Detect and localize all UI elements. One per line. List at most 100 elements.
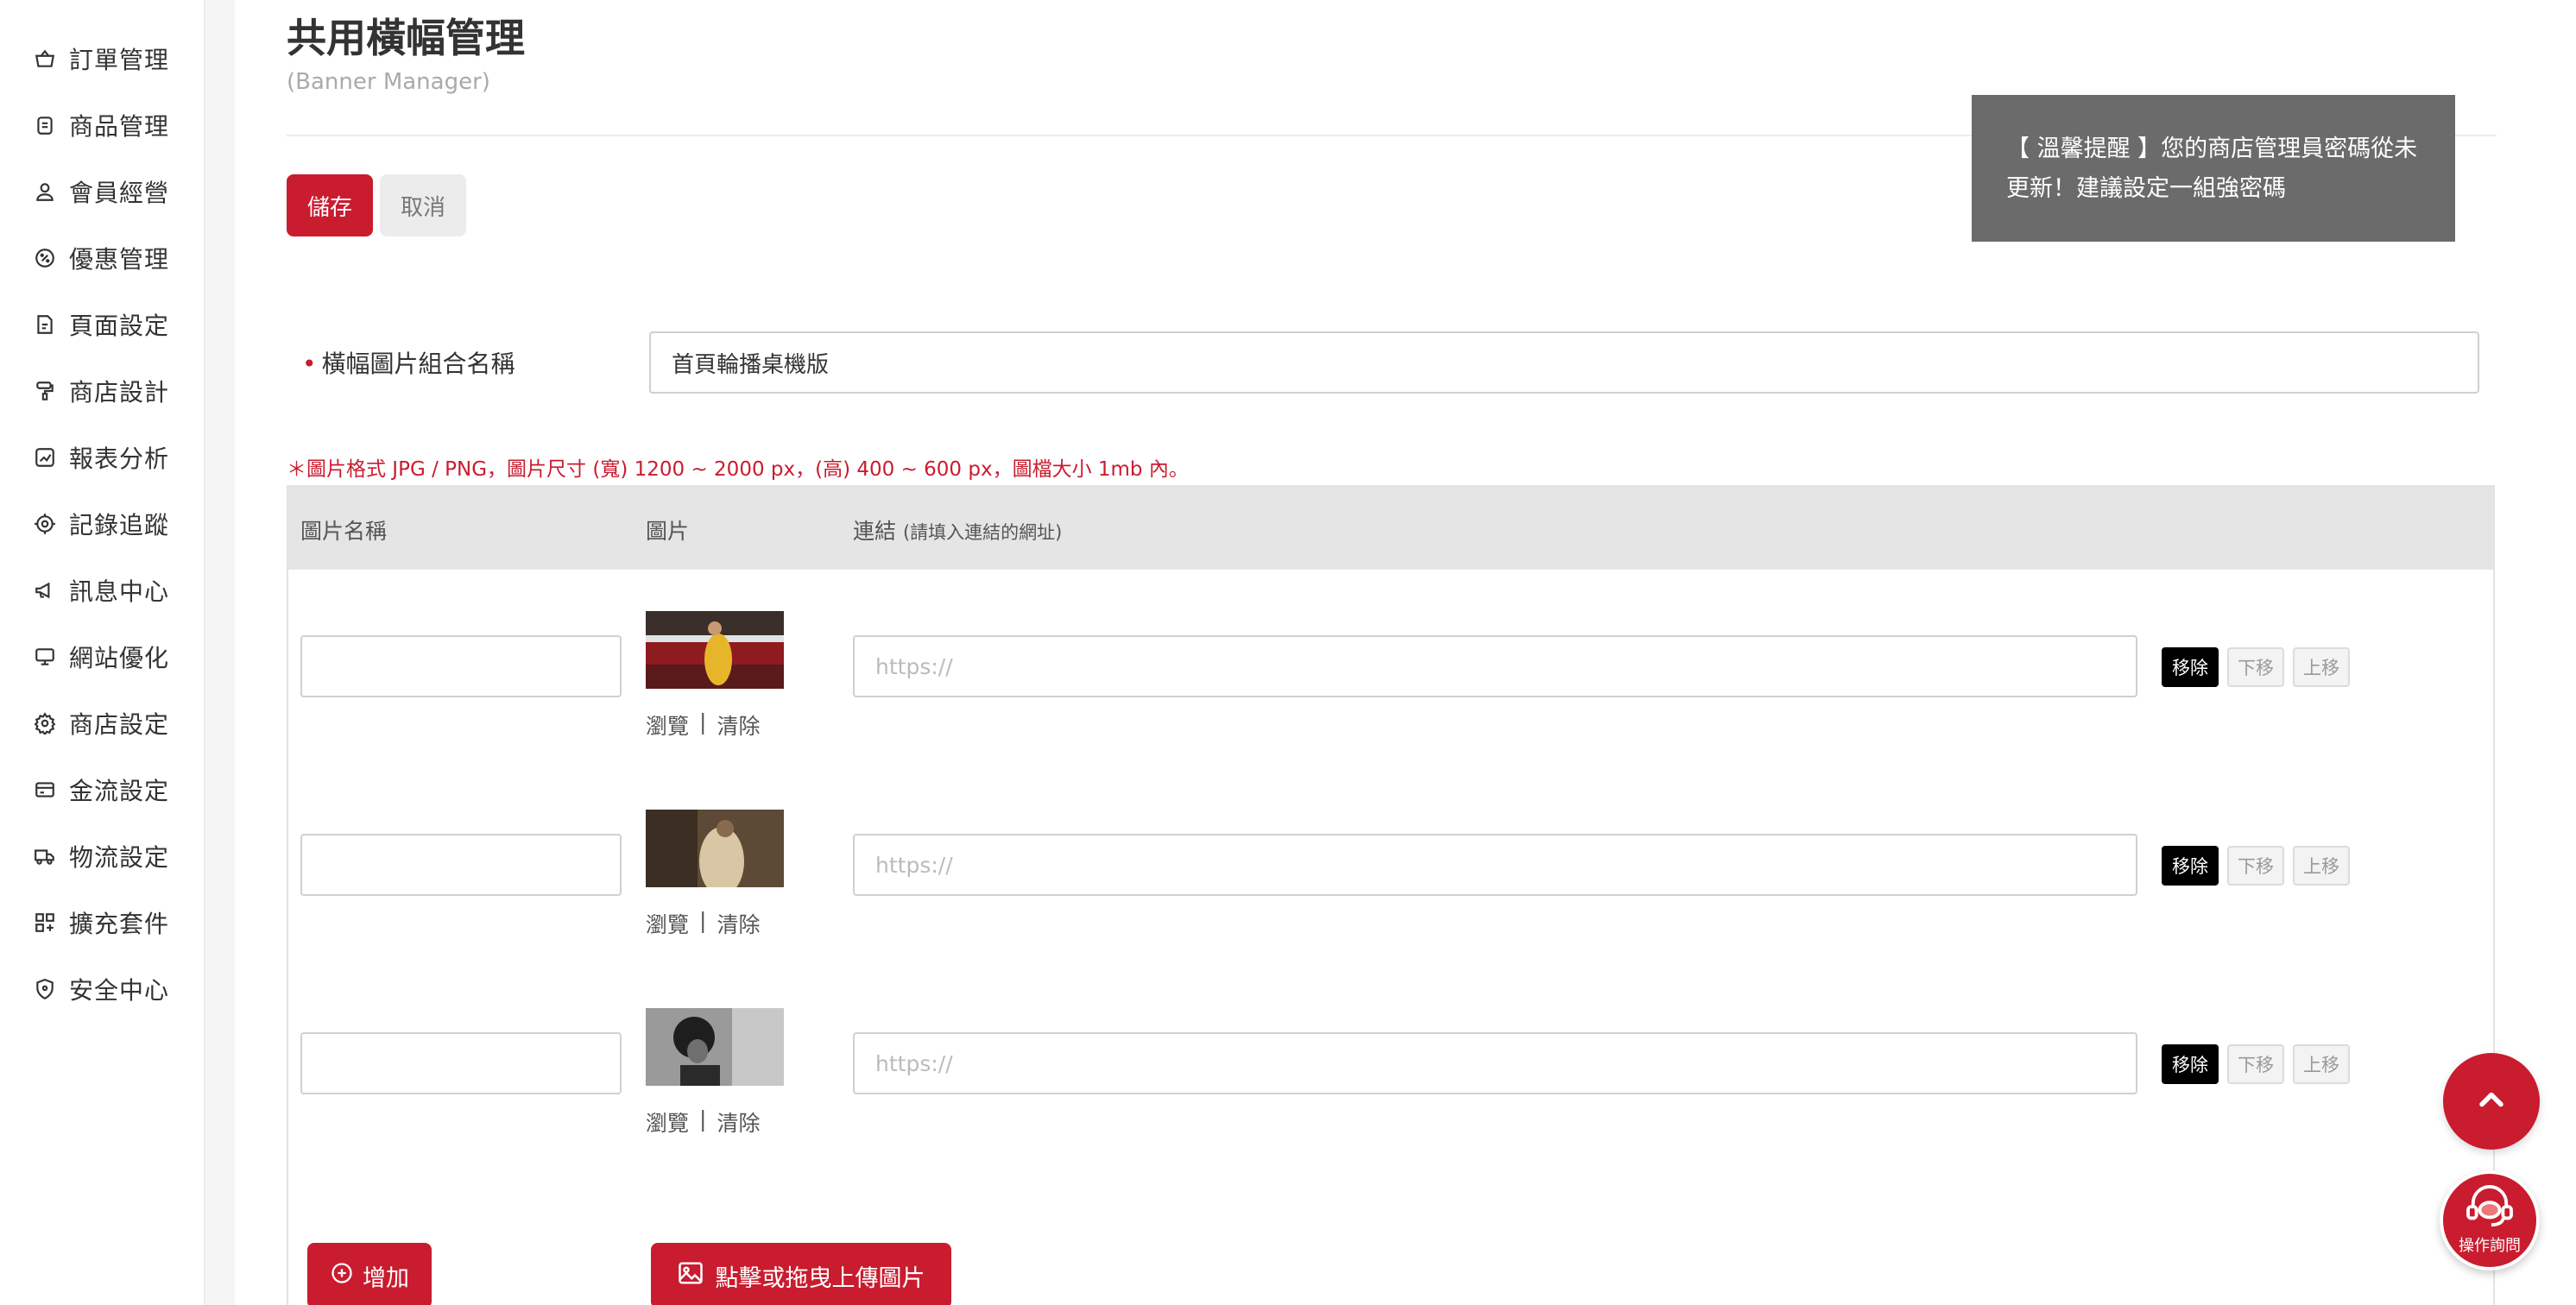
sidebar-item-design[interactable]: 商店設計 (33, 370, 169, 412)
banner-thumbnail[interactable] (646, 611, 784, 689)
sidebar-item-label: 商店設計 (69, 378, 170, 407)
remove-button[interactable]: 移除 (2162, 1044, 2219, 1084)
group-name-label: • 橫幅圖片組合名稱 (302, 345, 515, 380)
shield-icon (33, 977, 57, 1001)
sidebar-item-promotions[interactable]: 優惠管理 (33, 237, 169, 279)
move-up-button[interactable]: 上移 (2293, 647, 2350, 687)
column-header-link-note: (請填入連結的網址) (902, 522, 1063, 543)
image-actions: 瀏覽 | 清除 (646, 1106, 760, 1138)
target-icon (33, 512, 57, 536)
image-name-input[interactable] (300, 635, 622, 697)
sidebar-item-logistics[interactable]: 物流設定 (33, 835, 169, 877)
upload-image-button[interactable]: 點擊或拖曳上傳圖片 (651, 1243, 951, 1305)
move-down-button[interactable]: 下移 (2227, 647, 2284, 687)
remove-button[interactable]: 移除 (2162, 846, 2219, 886)
banner-thumbnail[interactable] (646, 810, 784, 887)
table-row: 瀏覽 | 清除 移除 下移 上移 (288, 768, 2493, 967)
banner-thumbnail[interactable] (646, 1008, 784, 1086)
sidebar-item-orders[interactable]: 訂單管理 (33, 38, 169, 79)
page-icon (33, 312, 57, 337)
separator: | (699, 1106, 707, 1132)
column-header-link-text: 連結 (853, 519, 897, 544)
add-row-label: 增加 (363, 1264, 409, 1292)
help-chat-button[interactable]: 操作詢問 (2440, 1170, 2540, 1270)
page-title: 共用橫幅管理 (287, 15, 525, 61)
image-icon (678, 1261, 704, 1291)
add-row-button[interactable]: 增加 (307, 1243, 432, 1305)
password-reminder-toast: 【 溫馨提醒 】您的商店管理員密碼從未更新！建議設定一組強密碼 (1972, 95, 2455, 242)
sidebar-item-label: 網站優化 (69, 644, 170, 672)
user-icon (33, 180, 57, 204)
image-name-input[interactable] (300, 834, 622, 896)
sidebar-item-label: 報表分析 (69, 444, 170, 473)
cancel-button[interactable]: 取消 (380, 174, 466, 236)
sidebar-item-label: 金流設定 (69, 777, 170, 805)
column-header-link: 連結 (請填入連結的網址) (853, 514, 1062, 545)
sidebar-item-products[interactable]: 商品管理 (33, 104, 169, 146)
sidebar-item-label: 物流設定 (69, 843, 170, 872)
separator: | (699, 709, 707, 734)
clear-link[interactable]: 清除 (717, 709, 760, 741)
sidebar-item-store-settings[interactable]: 商店設定 (33, 703, 169, 744)
sidebar-item-label: 安全中心 (69, 976, 170, 1005)
page-subtitle: (Banner Manager) (287, 69, 490, 95)
link-input[interactable] (853, 834, 2137, 896)
clear-link[interactable]: 清除 (717, 1106, 760, 1138)
image-format-hint: ＊圖片格式 JPG / PNG，圖片尺寸 (寬) 1200 ~ 2000 px，… (287, 458, 1189, 481)
megaphone-icon (33, 578, 57, 602)
upload-image-label: 點擊或拖曳上傳圖片 (715, 1264, 925, 1292)
sidebar-item-messages[interactable]: 訊息中心 (33, 570, 169, 611)
table-row: 瀏覽 | 清除 移除 下移 上移 (288, 967, 2493, 1165)
column-header-name: 圖片名稱 (300, 519, 388, 544)
move-up-button[interactable]: 上移 (2293, 846, 2350, 886)
separator: | (699, 908, 707, 933)
banner-table: 圖片名稱 圖片 連結 (請填入連結的網址) 瀏覽 | 清除 移除 下移 上移 (287, 485, 2495, 1305)
grid-plus-icon (33, 911, 57, 935)
image-actions: 瀏覽 | 清除 (646, 908, 760, 939)
sidebar-item-label: 商品管理 (69, 112, 170, 141)
table-header: 圖片名稱 圖片 連結 (請填入連結的網址) (288, 487, 2493, 570)
sidebar-item-label: 優惠管理 (69, 245, 170, 274)
group-name-input[interactable] (649, 331, 2479, 394)
sidebar-item-security[interactable]: 安全中心 (33, 968, 169, 1010)
sidebar-item-payment[interactable]: 金流設定 (33, 769, 169, 810)
browse-link[interactable]: 瀏覽 (646, 1106, 689, 1138)
plus-circle-icon (330, 1261, 354, 1291)
sidebar-item-extensions[interactable]: 擴充套件 (33, 902, 169, 943)
move-up-button[interactable]: 上移 (2293, 1044, 2350, 1084)
headset-chat-icon (2465, 1185, 2515, 1232)
sidebar-item-tracking[interactable]: 記錄追蹤 (33, 503, 169, 545)
save-button[interactable]: 儲存 (287, 174, 373, 236)
basket-icon (33, 47, 57, 71)
sidebar-item-members[interactable]: 會員經營 (33, 171, 169, 212)
sidebar-item-label: 擴充套件 (69, 910, 170, 938)
image-name-input[interactable] (300, 1032, 622, 1094)
help-label: 操作詢問 (2459, 1237, 2521, 1255)
sidebar-item-pages[interactable]: 頁面設定 (33, 304, 169, 345)
browse-link[interactable]: 瀏覽 (646, 709, 689, 741)
sidebar-item-label: 會員經營 (69, 179, 170, 207)
sidebar-item-seo[interactable]: 網站優化 (33, 636, 169, 678)
move-down-button[interactable]: 下移 (2227, 1044, 2284, 1084)
link-input[interactable] (853, 1032, 2137, 1094)
clear-link[interactable]: 清除 (717, 908, 760, 939)
chart-icon (33, 445, 57, 470)
paint-roller-icon (33, 379, 57, 403)
move-down-button[interactable]: 下移 (2227, 846, 2284, 886)
link-input[interactable] (853, 635, 2137, 697)
discount-badge-icon (33, 246, 57, 270)
table-row: 瀏覽 | 清除 移除 下移 上移 (288, 570, 2493, 768)
sidebar-item-reports[interactable]: 報表分析 (33, 437, 169, 478)
column-header-image: 圖片 (646, 519, 690, 544)
scroll-to-top-button[interactable] (2443, 1053, 2540, 1150)
group-name-label-text: 橫幅圖片組合名稱 (321, 350, 515, 378)
remove-button[interactable]: 移除 (2162, 647, 2219, 687)
required-marker: • (302, 350, 317, 378)
sidebar-item-label: 商店設定 (69, 710, 170, 739)
gear-icon (33, 711, 57, 735)
credit-card-icon (33, 778, 57, 802)
sidebar-item-label: 訊息中心 (69, 577, 170, 606)
truck-icon (33, 844, 57, 868)
sidebar-item-label: 頁面設定 (69, 312, 170, 340)
browse-link[interactable]: 瀏覽 (646, 908, 689, 939)
